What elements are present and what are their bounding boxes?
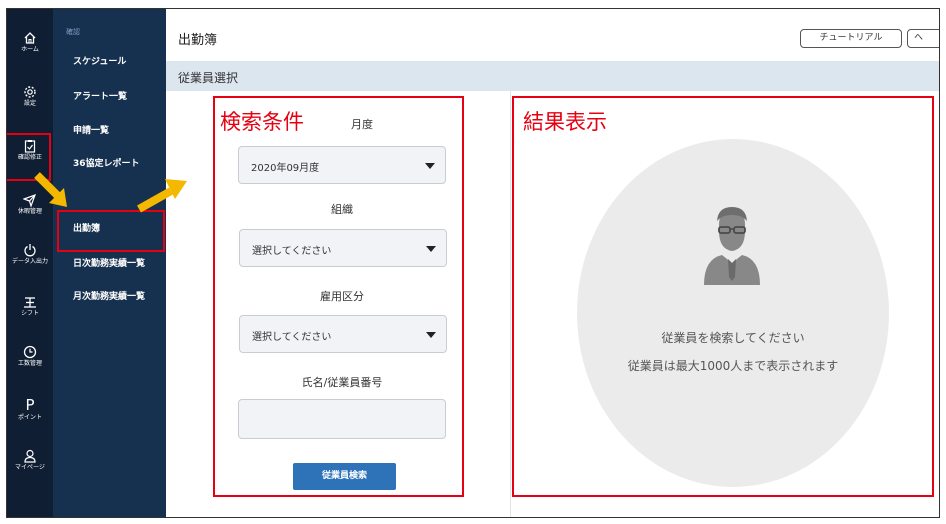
- tutorial-button[interactable]: チュートリアル: [800, 29, 902, 48]
- annotation-label-result-display: 結果表示: [523, 110, 607, 134]
- submenu-item-monthly-records[interactable]: 月次勤務実績一覧: [73, 289, 145, 302]
- nav-man-hours-label: 工数管理: [17, 360, 42, 367]
- icon-sidebar: ホーム 設定 確認修正 休暇管理 データ入出力 シフト 工数管理 P ポイント: [7, 9, 53, 517]
- submenu-item-request-list[interactable]: 申請一覧: [73, 123, 109, 136]
- annotation-label-search-conditions: 検索条件: [220, 110, 304, 134]
- submenu-category: 確認: [66, 28, 80, 36]
- svg-text:P: P: [25, 397, 34, 413]
- nav-points-label: ポイント: [17, 414, 42, 421]
- nav-mypage[interactable]: マイページ: [7, 449, 53, 472]
- submenu-item-alert-list[interactable]: アラート一覧: [73, 89, 127, 102]
- nav-man-hours[interactable]: 工数管理: [7, 345, 53, 368]
- nav-shift-label: シフト: [20, 310, 39, 317]
- submenu-item-daily-records[interactable]: 日次勤務実績一覧: [73, 256, 145, 269]
- submenu-item-schedule[interactable]: スケジュール: [73, 54, 126, 67]
- submenu-panel: 確認 スケジュール アラート一覧 申請一覧 36協定レポート 出勤簿 日次勤務実…: [53, 9, 166, 517]
- nav-home-label: ホーム: [21, 46, 39, 53]
- header: 出勤簿 チュートリアル ヘ: [166, 9, 939, 59]
- page-title: 出勤簿: [178, 33, 218, 48]
- power-icon: [24, 244, 36, 257]
- nav-data-io-label: データ入出力: [11, 258, 48, 265]
- annotation-box-result-display: [512, 96, 934, 497]
- point-p-icon: P: [25, 397, 34, 413]
- submenu-item-36-report[interactable]: 36協定レポート: [73, 156, 140, 169]
- home-icon: [24, 32, 36, 44]
- annotation-arrow-down-right: [34, 172, 67, 207]
- gear-icon: [24, 86, 36, 98]
- nav-mypage-label: マイページ: [15, 464, 45, 471]
- help-button[interactable]: ヘ: [907, 29, 939, 48]
- clock-icon: [23, 345, 37, 359]
- nav-settings-label: 設定: [23, 100, 36, 107]
- panel-divider: [510, 91, 511, 517]
- section-title: 従業員選択: [178, 71, 239, 85]
- shift-icon: [24, 297, 36, 308]
- nav-home[interactable]: ホーム: [7, 31, 53, 54]
- app-window: ホーム 設定 確認修正 休暇管理 データ入出力 シフト 工数管理 P ポイント: [6, 8, 940, 518]
- person-icon: [24, 449, 36, 463]
- nav-data-io[interactable]: データ入出力: [7, 243, 53, 266]
- nav-settings[interactable]: 設定: [7, 85, 53, 108]
- nav-shift[interactable]: シフト: [7, 295, 53, 318]
- section-header: 従業員選択: [166, 61, 939, 91]
- nav-points[interactable]: P ポイント: [7, 397, 53, 422]
- annotation-arrow-up-right: [137, 179, 187, 213]
- annotation-box-search-conditions: [213, 96, 464, 497]
